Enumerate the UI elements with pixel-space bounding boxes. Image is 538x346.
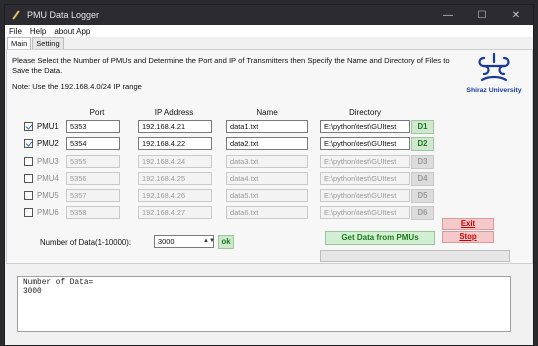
directory-browse-button[interactable]: D4 bbox=[411, 172, 434, 186]
port-field[interactable]: 5356 bbox=[66, 172, 120, 185]
shiraz-university-logo-icon bbox=[478, 52, 510, 82]
ip-address-field[interactable]: 192.168.4.27 bbox=[138, 206, 212, 219]
pmu-checkbox[interactable] bbox=[24, 208, 33, 217]
directory-browse-button[interactable]: D2 bbox=[411, 137, 434, 151]
column-header-name: Name bbox=[256, 108, 278, 117]
close-button[interactable]: ✕ bbox=[499, 5, 533, 25]
ip-address-field[interactable]: 192.168.4.21 bbox=[138, 120, 212, 133]
pmu-checkbox[interactable] bbox=[24, 139, 33, 148]
title-bar: PMU Data Logger — ☐ ✕ bbox=[5, 5, 533, 25]
port-field[interactable]: 5354 bbox=[66, 137, 120, 150]
maximize-button[interactable]: ☐ bbox=[465, 5, 499, 25]
pmu-label: PMU1 bbox=[37, 122, 59, 131]
pmu-checkbox[interactable] bbox=[24, 174, 33, 183]
pmu-label: PMU2 bbox=[37, 139, 59, 148]
file-name-field[interactable]: data1.txt bbox=[226, 120, 308, 133]
port-field[interactable]: 5357 bbox=[66, 189, 120, 202]
pmu-label: PMU4 bbox=[37, 174, 59, 183]
menu-file[interactable]: File bbox=[9, 27, 22, 36]
app-icon bbox=[11, 10, 21, 20]
ip-address-field[interactable]: 192.168.4.25 bbox=[138, 172, 212, 185]
get-data-button[interactable]: Get Data from PMUs bbox=[325, 231, 435, 245]
window-title: PMU Data Logger bbox=[27, 10, 100, 20]
pmu-row: PMU2 5354 192.168.4.22 data2.txt E:\python\t… bbox=[0, 137, 538, 151]
directory-field[interactable]: E:\python\test\GUItest bbox=[320, 189, 410, 202]
directory-browse-button[interactable]: D6 bbox=[411, 206, 434, 220]
ip-address-field[interactable]: 192.168.4.26 bbox=[138, 189, 212, 202]
instructions-text: Please Select the Number of PMUs and Det… bbox=[12, 56, 450, 75]
file-name-field[interactable]: data3.txt bbox=[226, 155, 308, 168]
ok-button[interactable]: ok bbox=[218, 235, 234, 249]
spin-arrows-icon[interactable]: ▲▼ bbox=[203, 237, 215, 246]
tab-main[interactable]: Main bbox=[7, 37, 32, 49]
pmu-label: PMU5 bbox=[37, 191, 59, 200]
directory-field[interactable]: E:\python\test\GUItest bbox=[320, 120, 410, 133]
progress-bar bbox=[320, 250, 510, 262]
file-name-field[interactable]: data5.txt bbox=[226, 189, 308, 202]
pmu-row: PMU3 5355 192.168.4.24 data3.txt E:\python\t… bbox=[0, 155, 538, 169]
column-header-ip: IP Address bbox=[154, 108, 194, 117]
menu-about-app[interactable]: about App bbox=[54, 27, 90, 36]
port-field[interactable]: 5353 bbox=[66, 120, 120, 133]
ip-address-field[interactable]: 192.168.4.24 bbox=[138, 155, 212, 168]
file-name-field[interactable]: data4.txt bbox=[226, 172, 308, 185]
pmu-label: PMU3 bbox=[37, 157, 59, 166]
directory-browse-button[interactable]: D3 bbox=[411, 155, 434, 169]
number-of-data-value: 3000 bbox=[158, 237, 175, 246]
directory-field[interactable]: E:\python\test\GUItest bbox=[320, 206, 410, 219]
tab-bar: Main Setting bbox=[5, 37, 533, 49]
port-field[interactable]: 5358 bbox=[66, 206, 120, 219]
column-header-port: Port bbox=[89, 108, 105, 117]
pmu-row: PMU4 5356 192.168.4.25 data4.txt E:\python\t… bbox=[0, 172, 538, 186]
file-name-field[interactable]: data2.txt bbox=[226, 137, 308, 150]
pmu-checkbox[interactable] bbox=[24, 157, 33, 166]
university-logo: Shiraz University bbox=[454, 52, 534, 102]
tab-setting[interactable]: Setting bbox=[32, 37, 64, 49]
minimize-button[interactable]: — bbox=[431, 5, 465, 25]
ip-address-field[interactable]: 192.168.4.22 bbox=[138, 137, 212, 150]
number-of-data-input[interactable]: 3000 ▲▼ bbox=[154, 235, 215, 248]
directory-browse-button[interactable]: D5 bbox=[411, 189, 434, 203]
directory-field[interactable]: E:\python\test\GUItest bbox=[320, 155, 410, 168]
pmu-label: PMU6 bbox=[37, 208, 59, 217]
pmu-checkbox[interactable] bbox=[24, 122, 33, 131]
pmu-checkbox[interactable] bbox=[24, 191, 33, 200]
logo-caption: Shiraz University bbox=[466, 87, 522, 94]
menu-help[interactable]: Help bbox=[30, 27, 46, 36]
output-console[interactable]: Number of Data= 3000 bbox=[17, 276, 511, 332]
number-of-data-label: Number of Data(1-10000): bbox=[40, 238, 132, 247]
pmu-row: PMU1 5353 192.168.4.21 data1.txt E:\python\t… bbox=[0, 120, 538, 134]
directory-browse-button[interactable]: D1 bbox=[411, 120, 434, 134]
exit-button[interactable]: Exit bbox=[442, 218, 494, 230]
menu-bar: File Help about App bbox=[5, 25, 533, 37]
directory-field[interactable]: E:\python\test\GUItest bbox=[320, 137, 410, 150]
port-field[interactable]: 5355 bbox=[66, 155, 120, 168]
directory-field[interactable]: E:\python\test\GUItest bbox=[320, 172, 410, 185]
ip-range-note: Note: Use the 192.168.4.0/24 IP range bbox=[12, 82, 142, 91]
pmu-row: PMU5 5357 192.168.4.26 data5.txt E:\python\t… bbox=[0, 189, 538, 203]
file-name-field[interactable]: data6.txt bbox=[226, 206, 308, 219]
stop-button[interactable]: Stop bbox=[442, 231, 494, 243]
column-header-directory: Directory bbox=[348, 108, 381, 117]
